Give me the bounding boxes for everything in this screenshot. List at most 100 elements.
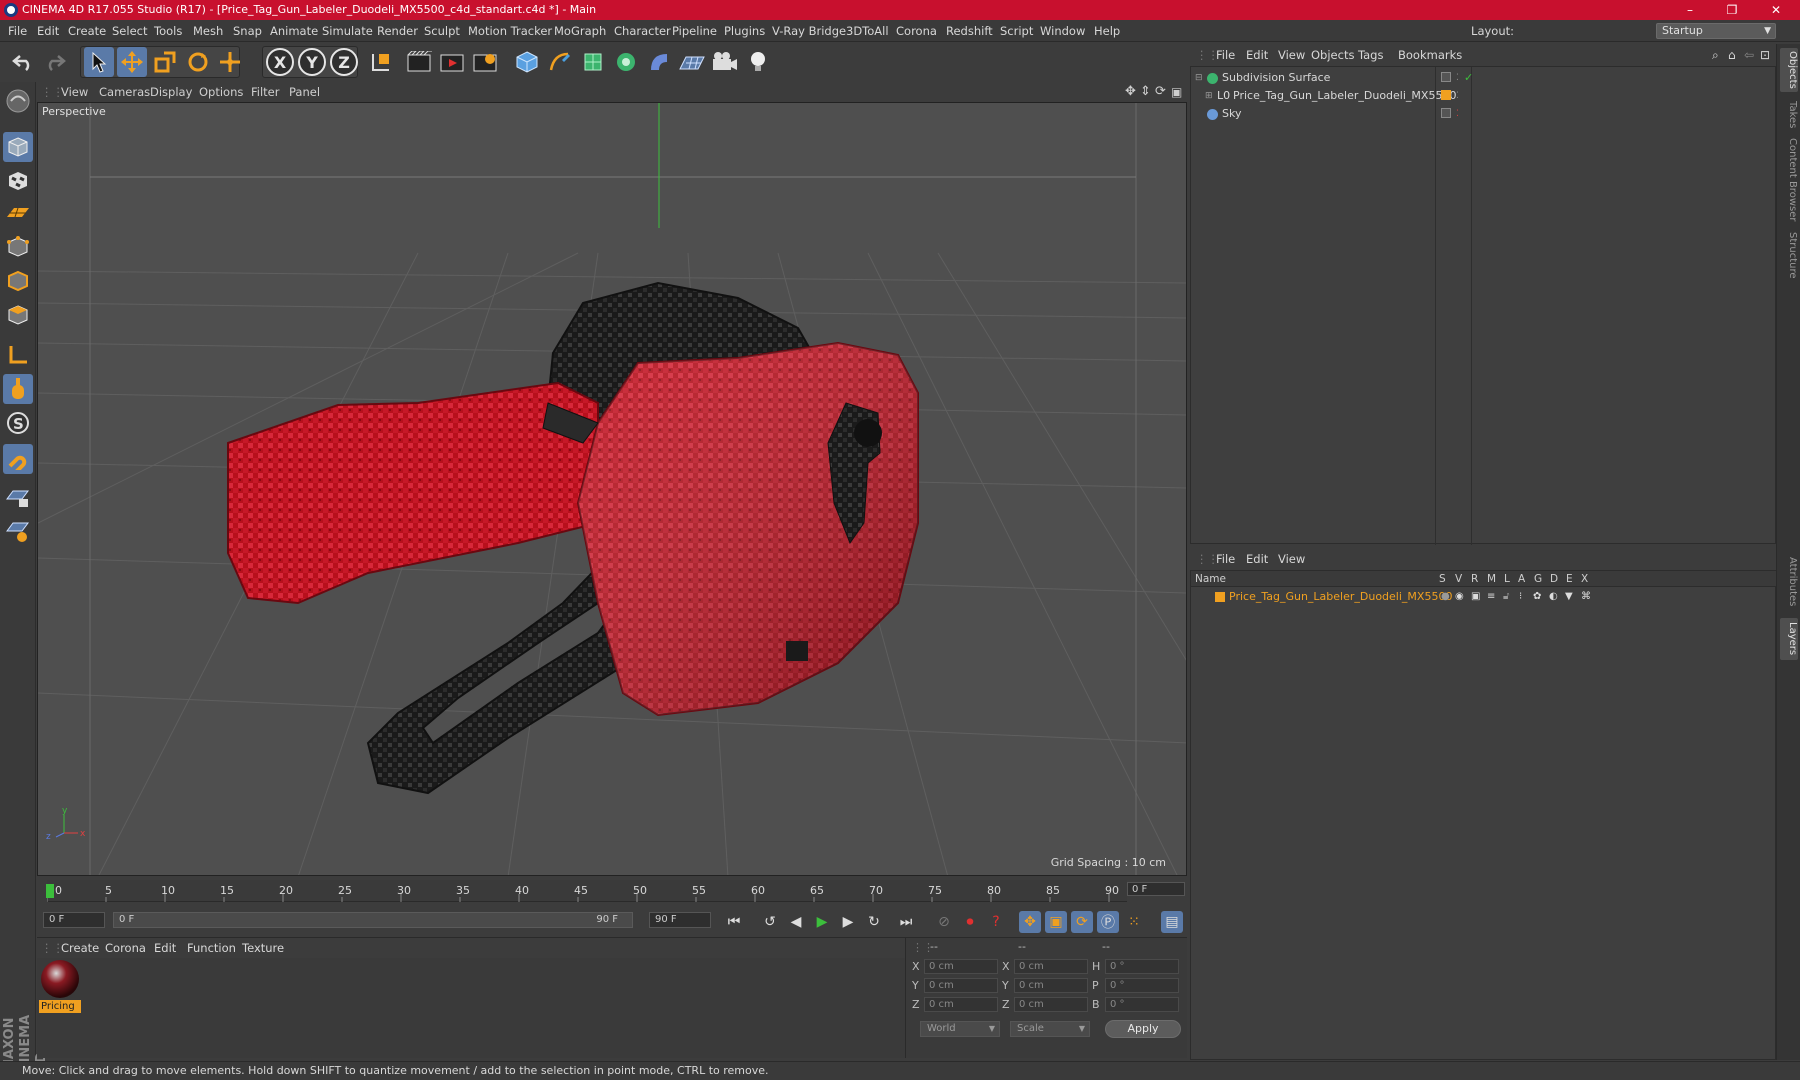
visibility-dots-icon[interactable]: ⁚ (1456, 69, 1459, 87)
render-toggle-icon[interactable]: ▣ (1471, 589, 1480, 605)
coordinate-system-icon[interactable] (366, 47, 396, 77)
menu-mograph[interactable]: MoGraph (554, 20, 606, 42)
menu-redshift[interactable]: Redshift (946, 20, 993, 42)
position-z-field[interactable]: 0 cm (924, 997, 998, 1012)
menu-vray-bridge[interactable]: V-Ray Bridge (772, 20, 846, 42)
object-menu-file[interactable]: File (1216, 44, 1235, 66)
menu-script[interactable]: Script (1000, 20, 1033, 42)
menu-mesh[interactable]: Mesh (193, 20, 223, 42)
spline-pen-icon[interactable] (545, 47, 575, 77)
render-settings-icon[interactable] (470, 47, 500, 77)
layer-tag-icon[interactable] (1441, 108, 1451, 118)
object-menu-edit[interactable]: Edit (1246, 44, 1268, 66)
tab-layers[interactable]: Layers (1780, 618, 1798, 660)
cloner-icon[interactable] (611, 47, 641, 77)
y-axis-lock-button[interactable]: Y (298, 48, 326, 76)
menu-window[interactable]: Window (1040, 20, 1085, 42)
material-menu-function[interactable]: Function (187, 938, 236, 958)
layer-color-swatch[interactable] (1441, 90, 1451, 100)
viewport-menu-display[interactable]: Display (150, 82, 192, 102)
go-to-end-icon[interactable]: ⏭ (895, 911, 917, 933)
go-to-start-icon[interactable]: ⏮ (723, 911, 745, 933)
object-row-sky[interactable]: Sky ⁚ (1191, 105, 1777, 123)
layer-menu-file[interactable]: File (1216, 548, 1235, 570)
layer-color-swatch[interactable] (1215, 592, 1225, 602)
generators-toggle-icon[interactable]: ✿ (1533, 589, 1541, 605)
menu-sculpt[interactable]: Sculpt (424, 20, 460, 42)
material-menu-texture[interactable]: Texture (242, 938, 284, 958)
menu-help[interactable]: Help (1094, 20, 1120, 42)
size-z-field[interactable]: 0 cm (1014, 997, 1088, 1012)
maximize-button[interactable]: ❐ (1712, 0, 1752, 20)
position-y-field[interactable]: 0 cm (924, 978, 998, 993)
apply-button[interactable]: Apply (1105, 1020, 1181, 1038)
menu-simulate[interactable]: Simulate (322, 20, 373, 42)
texture-mode-icon[interactable] (3, 166, 33, 196)
viewport-maximize-icon[interactable]: ▣ (1171, 82, 1182, 102)
record-keys-icon[interactable]: ⊘ (933, 911, 955, 933)
object-row-price-tag-gun[interactable]: ⊞ L0 Price_Tag_Gun_Labeler_Duodeli_MX550… (1191, 87, 1777, 105)
visibility-dots-icon[interactable]: ⁚ (1456, 105, 1459, 123)
viewport-menu-filter[interactable]: Filter (251, 82, 279, 102)
menu-pipeline[interactable]: Pipeline (672, 20, 717, 42)
undo-icon[interactable] (8, 47, 38, 77)
object-menu-view[interactable]: View (1278, 44, 1305, 66)
expand-icon[interactable]: ⊞ (1205, 87, 1213, 105)
visibility-dots-icon[interactable]: ⁚ (1456, 87, 1459, 105)
material-swatch[interactable]: Pricing (37, 958, 85, 1018)
cube-primitive-icon[interactable] (512, 47, 542, 77)
move-tool-icon[interactable] (117, 47, 147, 77)
home-icon[interactable]: ⌂ (1728, 44, 1736, 66)
xref-toggle-icon[interactable]: ⌘ (1581, 589, 1591, 605)
polygons-mode-icon[interactable] (3, 300, 33, 330)
rotation-h-field[interactable]: 0 ° (1105, 959, 1179, 974)
viewport-menu-cameras[interactable]: Cameras (99, 82, 150, 102)
perspective-viewport[interactable]: y x z Perspective Grid Spacing : 10 cm (37, 102, 1187, 876)
layer-menu-edit[interactable]: Edit (1246, 548, 1268, 570)
position-x-field[interactable]: 0 cm (924, 959, 998, 974)
object-menu-bookmarks[interactable]: Bookmarks (1398, 44, 1462, 66)
key-position-icon[interactable]: ✥ (1019, 911, 1041, 933)
menu-file[interactable]: File (8, 20, 27, 42)
menu-tools[interactable]: Tools (154, 20, 182, 42)
scale-tool-icon[interactable] (150, 47, 180, 77)
viewport-rotate-icon[interactable]: ⟳ (1155, 82, 1166, 102)
subdivision-surface-icon[interactable] (578, 47, 608, 77)
transform-tool-icon[interactable] (215, 47, 245, 77)
deformers-toggle-icon[interactable]: ◐ (1549, 589, 1558, 605)
camera-icon[interactable] (710, 47, 740, 77)
make-editable-icon[interactable] (3, 86, 33, 116)
menu-edit[interactable]: Edit (37, 20, 59, 42)
key-scale-icon[interactable]: ▣ (1045, 911, 1067, 933)
menu-animate[interactable]: Animate (270, 20, 318, 42)
expressions-toggle-icon[interactable]: ▼ (1565, 589, 1573, 605)
axis-mode-icon[interactable] (3, 340, 33, 370)
end-frame-field[interactable]: 90 F (649, 912, 711, 928)
tab-content-browser[interactable]: Content Browser (1780, 138, 1798, 222)
tab-attributes[interactable]: Attributes (1780, 552, 1798, 612)
menu-create[interactable]: Create (68, 20, 106, 42)
menu-motion-tracker[interactable]: Motion Tracker (468, 20, 552, 42)
rotation-b-field[interactable]: 0 ° (1105, 997, 1179, 1012)
previous-key-icon[interactable]: ↺ (759, 911, 781, 933)
next-frame-icon[interactable]: ▶ (837, 911, 859, 933)
view-toggle-icon[interactable]: ◉ (1455, 589, 1464, 605)
keyframe-selection-icon[interactable]: ? (985, 911, 1007, 933)
previous-frame-icon[interactable]: ◀ (785, 911, 807, 933)
deformer-icon[interactable] (644, 47, 674, 77)
tab-objects[interactable]: Objects (1780, 48, 1798, 92)
coordinate-space-dropdown[interactable]: World ▼ (920, 1021, 1000, 1037)
material-menu-edit[interactable]: Edit (154, 938, 176, 958)
play-icon[interactable]: ▶ (811, 911, 833, 933)
render-picture-viewer-icon[interactable] (437, 47, 467, 77)
playhead[interactable] (46, 884, 54, 898)
live-selection-icon[interactable] (84, 47, 114, 77)
layout-dropdown[interactable]: Startup ▼ (1656, 23, 1776, 39)
light-icon[interactable] (743, 47, 773, 77)
search-icon[interactable]: ⌕ (1712, 44, 1719, 66)
close-button[interactable]: ✕ (1756, 0, 1796, 20)
viewport-zoom-icon[interactable]: ⇕ (1140, 82, 1151, 102)
timeline-ruler[interactable]: 0 5 10 15 20 25 30 35 40 45 50 55 60 65 … (37, 876, 1187, 906)
collapse-icon[interactable]: ⊟ (1195, 69, 1203, 87)
key-pla-icon[interactable]: ⁙ (1123, 911, 1145, 933)
